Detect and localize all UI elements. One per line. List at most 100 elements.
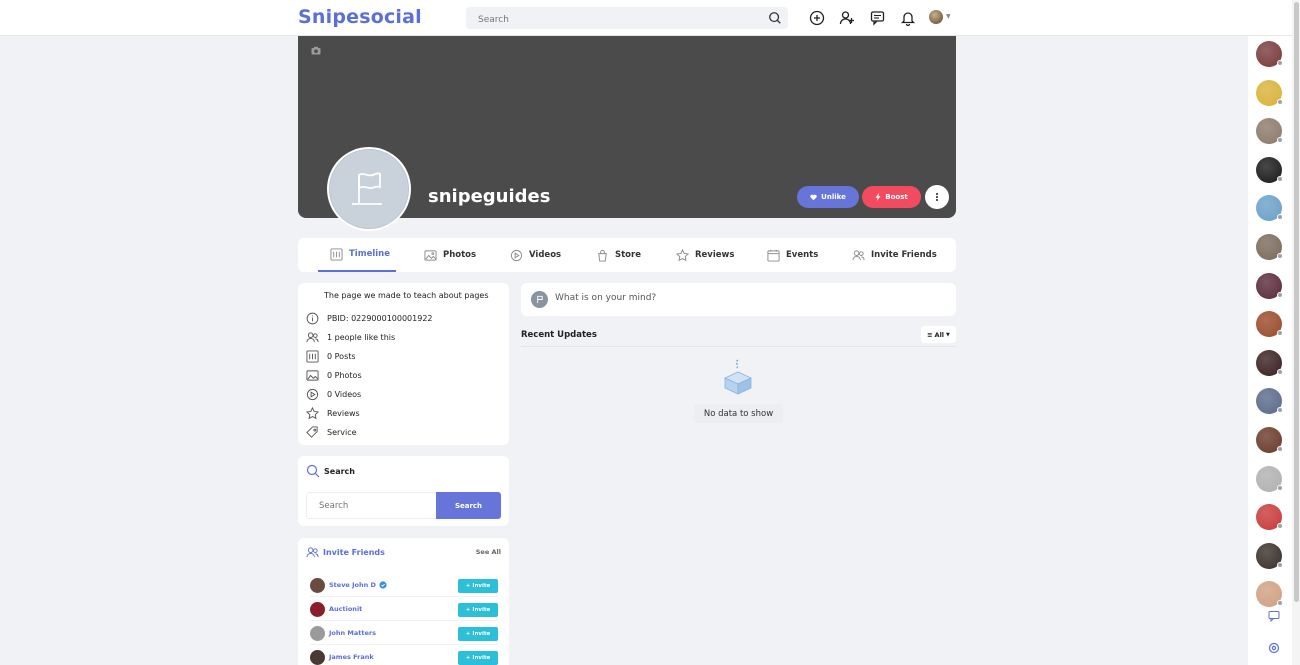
online-user-avatar[interactable] bbox=[1256, 388, 1283, 415]
post-composer[interactable]: What is on your mind? bbox=[521, 283, 956, 316]
logo[interactable]: Snipesocial bbox=[298, 6, 422, 28]
friend-name[interactable]: Auctionit bbox=[329, 605, 362, 613]
page-search-card: Search Search bbox=[298, 456, 509, 526]
tab-timeline[interactable]: Timeline bbox=[318, 238, 396, 272]
avatar bbox=[531, 291, 548, 308]
friend-row: Steve John D + Invite bbox=[310, 575, 498, 597]
page-tabs: Timeline Photos Videos Store Reviews Eve… bbox=[298, 238, 956, 272]
avatar[interactable] bbox=[310, 650, 325, 665]
plus-circle-icon[interactable] bbox=[809, 10, 825, 26]
online-user-avatar[interactable] bbox=[1256, 272, 1283, 299]
settings-icon[interactable] bbox=[1268, 642, 1280, 654]
boost-label: Boost bbox=[885, 193, 908, 201]
friend-name[interactable]: John Matters bbox=[329, 629, 376, 637]
flag-icon bbox=[352, 172, 382, 205]
add-user-icon: + bbox=[465, 583, 471, 589]
posts-icon bbox=[306, 349, 319, 363]
online-user-avatar[interactable] bbox=[1256, 118, 1283, 145]
scrollbar-thumb[interactable] bbox=[1294, 2, 1299, 602]
online-user-avatar[interactable] bbox=[1256, 465, 1283, 492]
online-user-avatar[interactable] bbox=[1256, 581, 1283, 608]
list-icon: ≡ bbox=[927, 330, 933, 339]
online-status-dot bbox=[1277, 446, 1283, 452]
online-users-sidebar bbox=[1248, 36, 1292, 665]
divider bbox=[521, 346, 956, 347]
online-user-avatar[interactable] bbox=[1256, 427, 1283, 453]
online-user-avatar[interactable] bbox=[1256, 79, 1283, 106]
about-row-likes: 1 people like this bbox=[306, 330, 395, 344]
video-icon bbox=[306, 388, 319, 400]
online-status-dot bbox=[1277, 523, 1283, 530]
online-user-avatar[interactable] bbox=[1256, 504, 1283, 531]
info-icon bbox=[306, 312, 319, 324]
chevron-down-icon: ▼ bbox=[946, 331, 950, 338]
online-status-dot bbox=[1277, 368, 1283, 375]
tab-photos[interactable]: Photos bbox=[424, 238, 476, 272]
friend-name[interactable]: Steve John D bbox=[329, 581, 387, 589]
about-row-photos: 0 Photos bbox=[306, 368, 362, 382]
friend-row: John Matters + Invite bbox=[310, 623, 498, 645]
calendar-icon bbox=[767, 249, 780, 262]
online-user-avatar[interactable] bbox=[1256, 542, 1283, 569]
search-card-title: Search bbox=[306, 464, 355, 478]
avatar[interactable] bbox=[310, 626, 325, 641]
chevron-down-icon[interactable]: ▼ bbox=[946, 13, 951, 20]
see-all-link[interactable]: See All bbox=[476, 548, 501, 556]
heart-icon bbox=[810, 194, 817, 200]
tab-invite-friends[interactable]: Invite Friends bbox=[852, 238, 937, 272]
invite-button[interactable]: + Invite bbox=[458, 627, 498, 641]
online-user-avatar[interactable] bbox=[1256, 195, 1283, 222]
tab-reviews[interactable]: Reviews bbox=[676, 238, 734, 272]
messages-icon[interactable] bbox=[870, 10, 886, 26]
boost-button[interactable]: Boost bbox=[862, 186, 921, 208]
online-status-dot bbox=[1277, 291, 1283, 298]
unlike-button[interactable]: Unlike bbox=[797, 186, 859, 208]
invite-button[interactable]: + Invite bbox=[458, 651, 498, 665]
friend-name[interactable]: James Frank bbox=[329, 653, 374, 661]
bell-icon[interactable] bbox=[900, 10, 916, 26]
bolt-icon bbox=[875, 193, 881, 201]
about-card: The page we made to teach about pages PB… bbox=[298, 283, 509, 445]
user-avatar[interactable] bbox=[929, 10, 943, 24]
tab-store[interactable]: Store bbox=[596, 238, 641, 272]
header-search-input[interactable] bbox=[466, 9, 756, 31]
online-user-avatar[interactable] bbox=[1256, 311, 1283, 338]
online-status-dot bbox=[1277, 330, 1283, 337]
search-icon[interactable] bbox=[768, 11, 782, 25]
tab-videos[interactable]: Videos bbox=[510, 238, 561, 272]
chat-icon[interactable] bbox=[1268, 610, 1280, 622]
online-user-avatar[interactable] bbox=[1256, 156, 1283, 183]
online-user-avatar[interactable] bbox=[1256, 234, 1283, 260]
camera-icon[interactable] bbox=[311, 46, 321, 55]
page-description: The page we made to teach about pages bbox=[324, 291, 489, 300]
avatar[interactable] bbox=[310, 602, 325, 617]
invite-button[interactable]: + Invite bbox=[458, 579, 498, 593]
online-status-dot bbox=[1277, 214, 1283, 221]
page-search-input[interactable] bbox=[306, 492, 436, 519]
online-status-dot bbox=[1277, 561, 1283, 568]
photo-icon bbox=[306, 369, 319, 381]
about-row-reviews[interactable]: Reviews bbox=[306, 406, 360, 420]
online-status-dot bbox=[1277, 253, 1283, 259]
more-options-button[interactable] bbox=[925, 185, 949, 209]
add-user-icon[interactable] bbox=[839, 10, 855, 26]
online-user-avatar[interactable] bbox=[1256, 41, 1283, 67]
page-search-button[interactable]: Search bbox=[436, 492, 501, 519]
online-status-dot bbox=[1277, 98, 1283, 105]
profile-picture[interactable] bbox=[327, 147, 411, 231]
add-user-icon: + bbox=[465, 631, 471, 637]
composer-placeholder: What is on your mind? bbox=[555, 293, 657, 303]
about-row-posts: 0 Posts bbox=[306, 349, 356, 363]
invite-button[interactable]: + Invite bbox=[458, 603, 498, 617]
search-icon bbox=[306, 464, 320, 478]
tab-events[interactable]: Events bbox=[767, 238, 818, 272]
online-user-avatar[interactable] bbox=[1256, 349, 1283, 376]
about-row-pbid: PBID: 0229000100001922 bbox=[306, 311, 433, 325]
tag-icon bbox=[306, 425, 318, 438]
photo-icon bbox=[424, 249, 437, 261]
filter-dropdown[interactable]: ≡ All ▼ bbox=[921, 326, 956, 343]
avatar[interactable] bbox=[310, 578, 325, 593]
kebab-icon bbox=[936, 193, 938, 201]
invite-friends-title: Invite Friends bbox=[306, 546, 385, 559]
online-status-dot bbox=[1277, 137, 1283, 144]
